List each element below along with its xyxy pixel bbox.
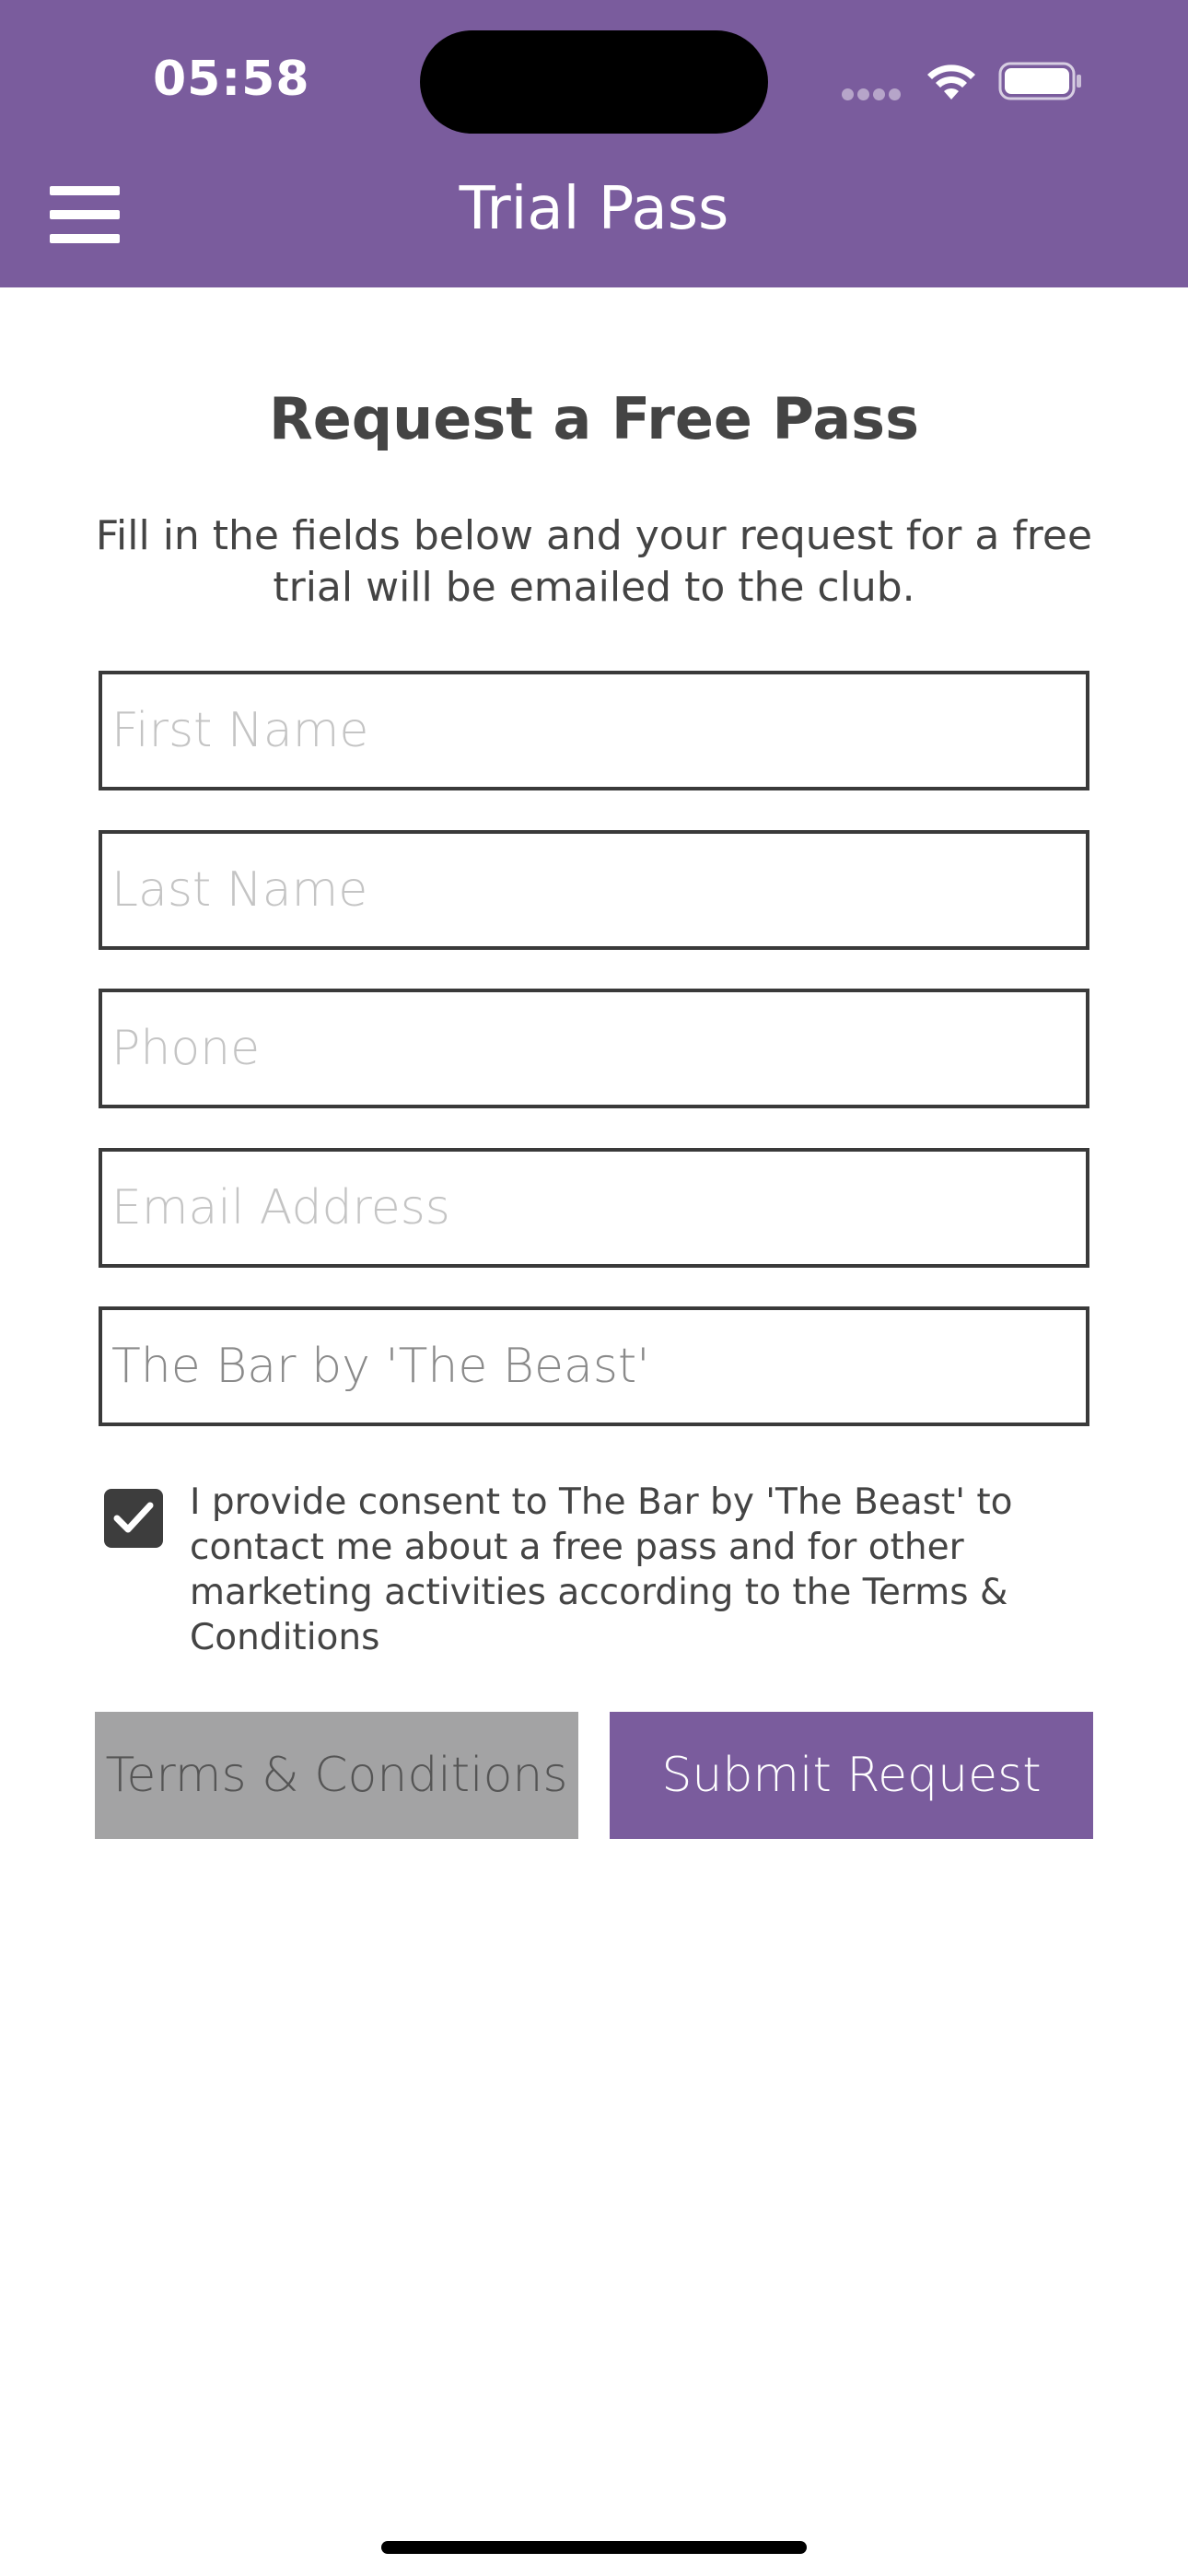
dynamic-island [420, 30, 768, 134]
battery-icon [998, 62, 1081, 100]
form-heading: Request a Free Pass [269, 385, 919, 452]
page-title: Trial Pass [459, 175, 729, 243]
email-input[interactable] [99, 1148, 1089, 1268]
home-indicator[interactable] [381, 2541, 807, 2554]
club-name-field[interactable] [99, 1306, 1089, 1426]
submit-request-button[interactable]: Submit Request [610, 1712, 1093, 1839]
terms-conditions-button[interactable]: Terms & Conditions [95, 1712, 578, 1839]
checkmark-icon [113, 1502, 154, 1533]
phone-input[interactable] [99, 989, 1089, 1108]
first-name-input[interactable] [99, 671, 1089, 790]
consent-checkbox[interactable] [104, 1489, 163, 1548]
status-time: 05:58 [153, 52, 310, 107]
trial-pass-screen: 05:58 Trial Pass Request a Free Pass Fil… [0, 0, 1188, 2576]
wifi-icon [927, 64, 975, 100]
form-intro-text: Fill in the fields below and your reques… [95, 512, 1093, 611]
consent-text: I provide consent to The Bar by 'The Bea… [190, 1481, 1013, 1658]
cellular-signal-icon [842, 87, 906, 100]
app-header: 05:58 Trial Pass [0, 0, 1188, 287]
last-name-input[interactable] [99, 830, 1089, 950]
